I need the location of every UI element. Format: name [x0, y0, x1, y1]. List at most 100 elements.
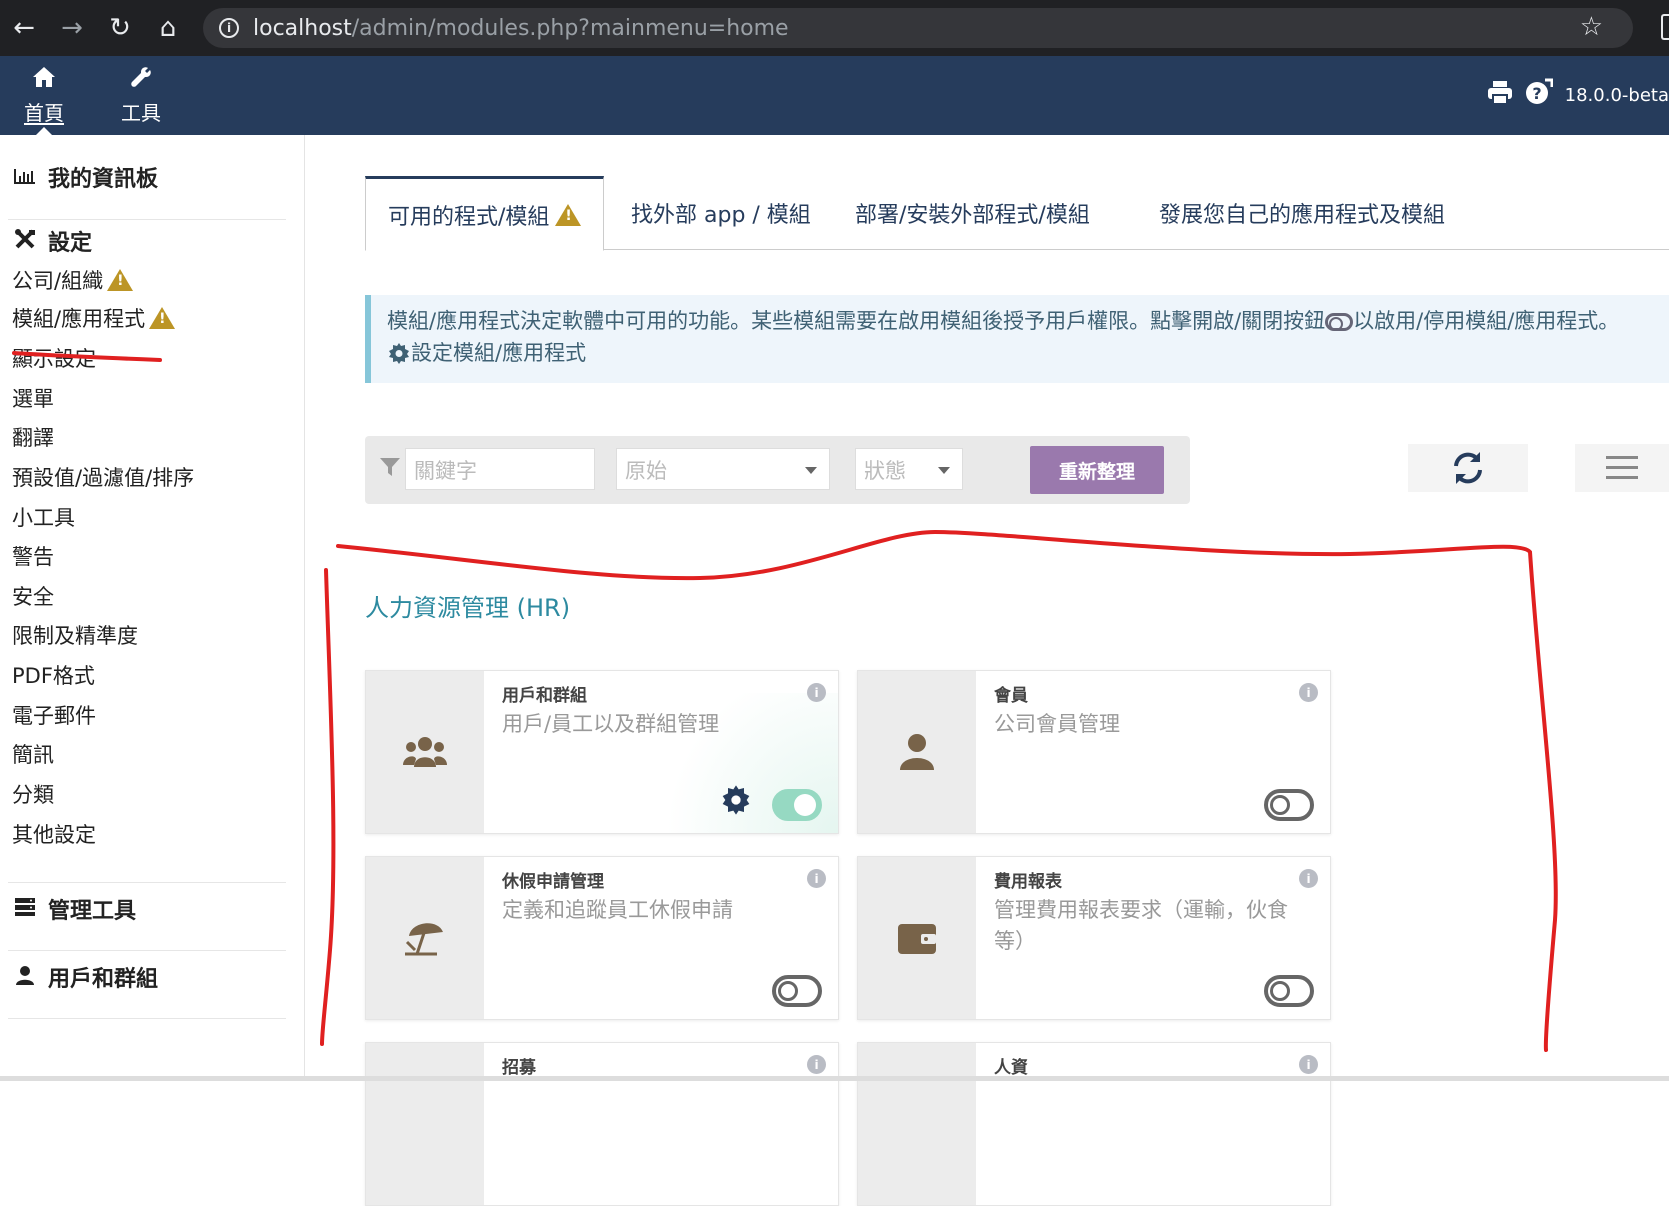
sidebar-divider: [8, 950, 286, 951]
module-toggle[interactable]: [1264, 975, 1314, 1007]
beach-umbrella-icon: [366, 857, 484, 1019]
info-text-a: 模組/應用程式決定軟體中可用的功能。某些模組需要在啟用模組後授予用戶權限。點擊開…: [387, 309, 1326, 333]
user-icon: [858, 671, 976, 833]
module-title[interactable]: 休假申請管理: [502, 867, 604, 892]
topmenu-tools[interactable]: 工具: [97, 56, 185, 135]
site-info-icon[interactable]: i: [219, 18, 239, 38]
topmenu-tools-label: 工具: [121, 100, 161, 125]
forward-arrow-icon[interactable]: →: [48, 0, 96, 56]
sidebar-item-display[interactable]: 顯示設定: [12, 343, 96, 373]
module-toggle[interactable]: [772, 975, 822, 1007]
sidebar-item-menus[interactable]: 選單: [12, 383, 54, 413]
sidebar-item-label: 分類: [12, 783, 54, 807]
tab-label: 部署/安裝外部程式/模組: [855, 203, 1090, 228]
sidebar-item-sms[interactable]: 簡訊: [12, 739, 54, 769]
sidebar-item-label: 翻譯: [12, 426, 54, 450]
sidebar-item-limits[interactable]: 限制及精準度: [12, 620, 138, 650]
module-title[interactable]: 招募: [502, 1053, 536, 1078]
info-icon[interactable]: i: [807, 683, 826, 702]
sidebar-dashboard[interactable]: 我的資訊板: [12, 161, 158, 193]
list-icon: [1606, 456, 1638, 479]
warning-icon: [107, 269, 134, 291]
info-icon[interactable]: i: [1299, 869, 1318, 888]
module-toggle[interactable]: [772, 789, 822, 821]
sidebar-users-groups[interactable]: 用戶和群組: [12, 961, 158, 993]
sidebar-item-widgets[interactable]: 小工具: [12, 502, 75, 532]
info-icon[interactable]: i: [1299, 683, 1318, 702]
module-tabs: 可用的程式/模組 找外部 app / 模組 部署/安裝外部程式/模組 發展您自己…: [365, 176, 1669, 251]
browser-toolbar: ← → ↻ ⌂ i localhost/admin/modules.php?ma…: [0, 0, 1669, 56]
info-icon[interactable]: i: [807, 1055, 826, 1074]
home-browser-icon[interactable]: ⌂: [144, 0, 192, 56]
origin-placeholder: 原始: [625, 459, 667, 483]
back-arrow-icon[interactable]: ←: [0, 0, 48, 56]
info-box: 模組/應用程式決定軟體中可用的功能。某些模組需要在啟用模組後授予用戶權限。點擊開…: [365, 295, 1669, 383]
top-right-tools: ? 18.0.0-beta: [1487, 56, 1669, 135]
module-card-leave: 休假申請管理 定義和追蹤員工休假申請 i: [365, 856, 839, 1020]
sidebar-item-defaults[interactable]: 預設值/過濾值/排序: [12, 462, 194, 492]
module-toggle[interactable]: [1264, 789, 1314, 821]
tab-find-external[interactable]: 找外部 app / 模組: [609, 176, 833, 250]
sidebar-setup[interactable]: 設定: [12, 225, 92, 257]
user-icon: [12, 965, 38, 990]
info-icon[interactable]: i: [807, 869, 826, 888]
info-line-1: 模組/應用程式決定軟體中可用的功能。某些模組需要在啟用模組後授予用戶權限。點擊開…: [387, 305, 1653, 337]
reload-list-button[interactable]: [1408, 444, 1528, 492]
red-outline-left-annotation: [320, 568, 336, 1046]
sidebar-item-other[interactable]: 其他設定: [12, 819, 96, 849]
help-icon[interactable]: ?: [1525, 78, 1554, 113]
module-card-users: 用戶和群組 用戶/員工以及群組管理 i: [365, 670, 839, 834]
gear-icon[interactable]: [720, 784, 752, 821]
sidebar-item-label: PDF格式: [12, 664, 95, 688]
sidebar-item-label: 限制及精準度: [12, 624, 138, 648]
warning-icon: [149, 307, 176, 329]
info-icon[interactable]: i: [1299, 1055, 1318, 1074]
home-icon: [32, 66, 56, 95]
module-desc: 管理費用報表要求（運輸，伙食等）: [994, 898, 1288, 953]
module-card-recruitment: 招募 i: [365, 1042, 839, 1206]
module-title[interactable]: 用戶和群組: [502, 681, 587, 706]
info-text-b: 以啟用/停用模組/應用程式。: [1353, 309, 1620, 333]
sidebar-item-company[interactable]: 公司/組織: [12, 265, 134, 295]
bookmark-star-icon[interactable]: ☆: [1580, 12, 1603, 42]
bottom-edge: [0, 1076, 1669, 1081]
section-title: 人力資源管理 (HR): [365, 594, 571, 622]
status-placeholder: 狀態: [864, 459, 906, 483]
printer-icon[interactable]: [1487, 79, 1513, 112]
sidebar-item-pdf[interactable]: PDF格式: [12, 660, 95, 690]
extension-icon[interactable]: [1661, 14, 1669, 40]
sync-icon: [1454, 452, 1482, 484]
module-desc: 定義和追蹤員工休假申請: [502, 898, 733, 922]
tab-available-modules[interactable]: 可用的程式/模組: [365, 176, 605, 251]
info-line-2: 設定模組/應用程式: [387, 337, 1653, 369]
module-title[interactable]: 會員: [994, 681, 1028, 706]
sidebar-admin-tools[interactable]: 管理工具: [12, 893, 136, 925]
module-title[interactable]: 費用報表: [994, 867, 1062, 892]
keyword-input[interactable]: 關鍵字: [405, 448, 595, 490]
sidebar-item-alerts[interactable]: 警告: [12, 541, 54, 571]
reload-icon[interactable]: ↻: [96, 0, 144, 56]
module-title[interactable]: 人資: [994, 1053, 1028, 1078]
url-text[interactable]: localhost/admin/modules.php?mainmenu=hom…: [253, 16, 789, 41]
address-bar[interactable]: i localhost/admin/modules.php?mainmenu=h…: [203, 8, 1633, 48]
sidebar-item-email[interactable]: 電子郵件: [12, 700, 96, 730]
sidebar-item-categories[interactable]: 分類: [12, 779, 54, 809]
topmenu-home[interactable]: 首頁: [0, 56, 88, 135]
origin-select[interactable]: 原始: [616, 448, 830, 490]
list-view-button[interactable]: [1575, 444, 1669, 492]
version-label: 18.0.0-beta: [1564, 85, 1669, 106]
toggle-inline-icon: [1325, 313, 1354, 331]
sidebar-item-label: 小工具: [12, 506, 75, 530]
sidebar-item-modules[interactable]: 模組/應用程式: [12, 303, 176, 333]
tab-develop-own[interactable]: 發展您自己的應用程式及模組: [1137, 176, 1467, 250]
server-icon: [12, 897, 38, 922]
refresh-button[interactable]: 重新整理: [1030, 446, 1164, 494]
sidebar-item-label: 模組/應用程式: [12, 307, 146, 331]
sidebar-item-security[interactable]: 安全: [12, 581, 54, 611]
url-path: /admin/modules.php?mainmenu=home: [351, 15, 789, 41]
app-top-bar: 首頁 工具 ? 18.0.0-beta: [0, 56, 1669, 135]
tab-deploy-external[interactable]: 部署/安裝外部程式/模組: [833, 176, 1112, 250]
info-text-c: 設定模組/應用程式: [411, 341, 587, 365]
status-select[interactable]: 狀態: [855, 448, 963, 490]
sidebar-item-translation[interactable]: 翻譯: [12, 422, 54, 452]
